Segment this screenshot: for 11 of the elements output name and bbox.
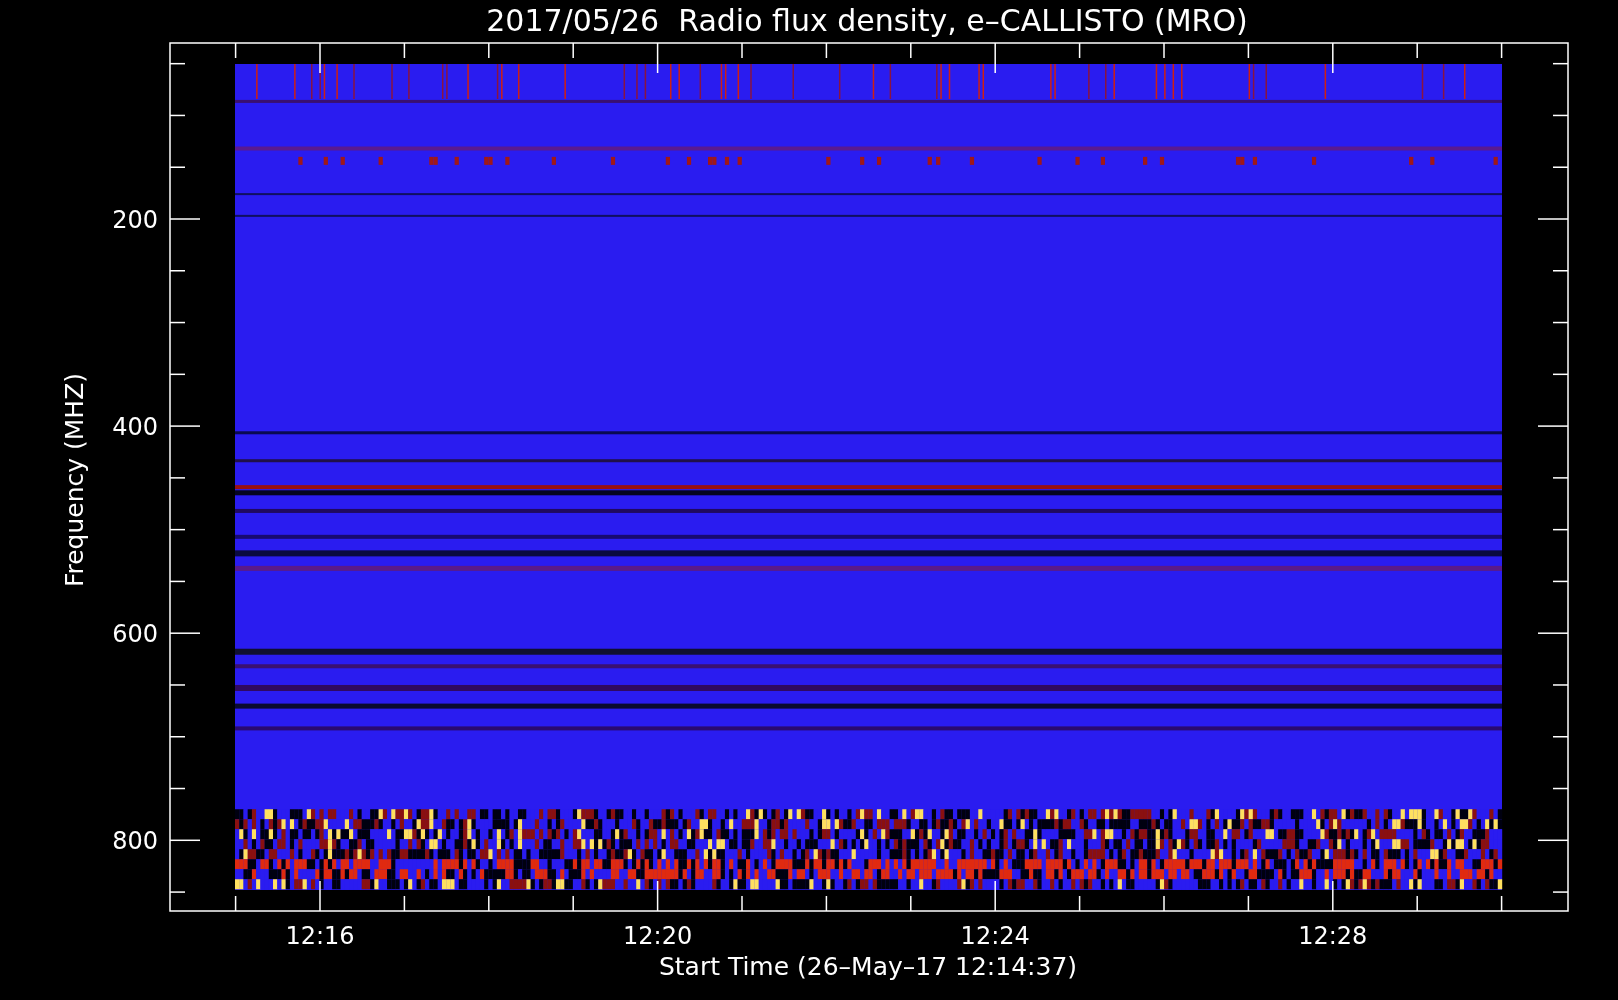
x-tick-label: 12:28 [1298,922,1368,950]
x-tick-label: 12:20 [623,922,693,950]
y-tick-label: 200 [112,206,158,234]
y-axis-title: Frequency (MHZ) [60,372,89,588]
x-axis-title: Start Time (26–May–17 12:14:37) [658,952,1078,981]
x-tick-label: 12:16 [285,922,355,950]
chart-title: 2017/05/26 Radio flux density, e–CALLISTO (MRO) [486,3,1248,38]
y-tick-label: 400 [112,413,158,442]
y-tick-label: 600 [112,620,158,649]
y-tick-label: 800 [112,827,158,856]
x-tick-label: 12:24 [960,922,1030,950]
